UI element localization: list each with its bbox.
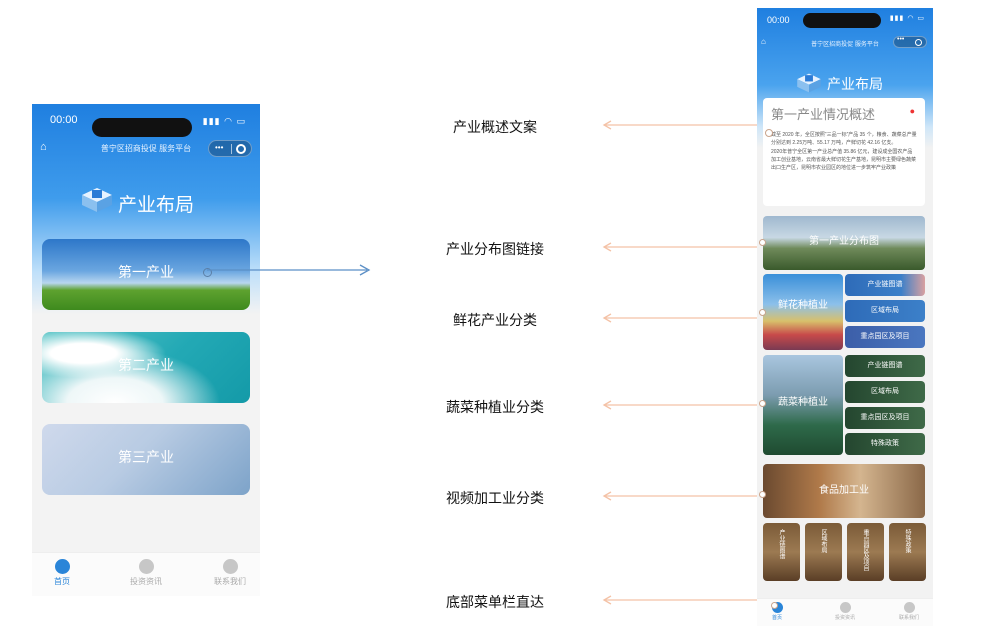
more-icon[interactable]: ••• — [215, 143, 223, 152]
page-title: 产业布局 — [118, 195, 195, 216]
tab-label: 投资资讯 — [834, 615, 855, 621]
vegetable-region-layout-button[interactable]: 区域布局 — [845, 381, 925, 403]
pointer-line — [602, 120, 768, 130]
tile-label: 特殊政策 — [904, 529, 910, 553]
pointer-line — [602, 595, 768, 605]
pointer-line — [602, 400, 768, 410]
map-label: 第一产业分布图 — [809, 236, 879, 247]
annotation-distribution-map: 产业分布图链接 — [446, 241, 544, 257]
page-title: 产业布局 — [827, 76, 883, 92]
vegetable-special-policy-button[interactable]: 特殊政策 — [845, 433, 925, 455]
overview-title: 第一产业情况概述 — [771, 107, 876, 122]
tile-label: 产业链图谱 — [778, 529, 784, 559]
card-label: 第一产业 — [118, 264, 174, 280]
signal-wifi-battery-icon: ▮▮▮ ◠ ▭ — [889, 15, 925, 22]
flower-region-layout-button[interactable]: 区域布局 — [845, 300, 925, 322]
annotation-bottom-menu: 底部菜单栏直达 — [446, 594, 544, 610]
pointer-line — [602, 313, 768, 323]
pointer-dot — [765, 129, 773, 137]
navigation-arrow — [207, 264, 371, 276]
card-secondary-industry[interactable]: 第二产业 — [42, 332, 250, 403]
industry-logo-icon — [82, 188, 112, 212]
food-processing-tile[interactable]: 食品加工业 — [763, 464, 925, 518]
annotation-processing: 视频加工业分类 — [446, 490, 544, 506]
tile-label: 重点园区及项目 — [862, 529, 868, 571]
tab-contact[interactable]: 联系我们 — [889, 602, 929, 621]
camera-notch — [803, 13, 881, 28]
card-label: 第三产业 — [118, 449, 174, 465]
vegetable-chain-map-button[interactable]: 产业链图谱 — [845, 355, 925, 377]
pointer-dot — [759, 239, 766, 246]
distribution-map-link[interactable]: 第一产业分布图 — [763, 216, 925, 270]
more-icon[interactable]: ••• — [897, 36, 904, 43]
tab-contact[interactable]: 联系我们 — [200, 559, 260, 587]
overview-text-2: 2020年普宁全区第一产业总产值 35.86 亿元，建设成全国农产品加工创业基地… — [771, 149, 917, 171]
contact-tab-icon — [903, 602, 915, 613]
home-tab-icon — [54, 559, 70, 574]
news-tab-icon — [138, 559, 154, 574]
food-key-parks-tile[interactable]: 重点园区及项目 — [847, 523, 884, 581]
food-special-policy-tile[interactable]: 特殊政策 — [889, 523, 926, 581]
overview-text-1: 截至 2020 年，全区按照“三品一标”产品 35 个，粮食、蔬菜总产量分别达到… — [771, 132, 917, 146]
mini-program-capsule[interactable]: ••• — [893, 36, 927, 48]
food-region-layout-tile[interactable]: 区域布局 — [805, 523, 842, 581]
tab-label: 首页 — [771, 615, 782, 621]
vegetable-industry-tile[interactable]: 蔬菜种植业 — [763, 355, 843, 455]
status-time: 00:00 — [50, 114, 78, 126]
flower-label: 鲜花种植业 — [778, 300, 828, 311]
marker-icon: ● — [909, 106, 915, 116]
close-target-icon[interactable] — [915, 39, 922, 46]
pointer-dot — [759, 491, 766, 498]
status-bar: 00:00 ▮▮▮ ◠ ▭ — [32, 112, 260, 137]
tab-investment-news[interactable]: 投资资讯 — [825, 602, 865, 621]
vegetable-label: 蔬菜种植业 — [778, 397, 828, 408]
mini-program-capsule[interactable]: ••• — [208, 140, 252, 157]
annotation-overview: 产业概述文案 — [453, 119, 537, 135]
vegetable-key-parks-button[interactable]: 重点园区及项目 — [845, 407, 925, 429]
right-phone-screen: 00:00 ▮▮▮ ◠ ▭ ⌂ 普宁区招商投促 服务平台 ••• 产业布局 第一… — [757, 8, 933, 626]
flower-key-parks-button[interactable]: 重点园区及项目 — [845, 326, 925, 348]
annotation-flower: 鲜花产业分类 — [453, 312, 537, 328]
pointer-dot — [771, 602, 778, 609]
left-phone-screen: 00:00 ▮▮▮ ◠ ▭ ⌂ 普宁区招商投促 服务平台 ••• 产业布局 第一… — [32, 104, 260, 596]
tab-label: 联系我们 — [898, 615, 919, 621]
status-time: 00:00 — [767, 15, 790, 25]
pointer-dot — [759, 400, 766, 407]
card-tertiary-industry[interactable]: 第三产业 — [42, 424, 250, 495]
card-label: 第二产业 — [118, 357, 174, 373]
tab-label: 投资资讯 — [130, 577, 162, 586]
bottom-tab-bar: 首页 投资资讯 联系我们 — [757, 598, 933, 626]
annotation-vegetable: 蔬菜种植业分类 — [446, 399, 544, 415]
capsule-divider — [231, 144, 232, 154]
industry-logo-icon — [797, 73, 821, 93]
tab-home[interactable]: 首页 — [32, 559, 92, 587]
signal-wifi-battery-icon: ▮▮▮ ◠ ▭ — [202, 116, 246, 126]
nav-bar: ⌂ 普宁区招商投促 服务平台 ••• — [32, 140, 260, 158]
flower-industry-tile[interactable]: 鲜花种植业 — [763, 274, 843, 350]
tab-label: 首页 — [54, 577, 70, 586]
flower-chain-map-button[interactable]: 产业链图谱 — [845, 274, 925, 296]
camera-notch — [92, 118, 192, 137]
tab-label: 联系我们 — [214, 577, 246, 586]
close-target-icon[interactable] — [236, 144, 246, 154]
contact-tab-icon — [222, 559, 238, 574]
food-chain-map-tile[interactable]: 产业链图谱 — [763, 523, 800, 581]
pointer-line — [602, 491, 768, 501]
food-label: 食品加工业 — [819, 485, 869, 496]
tile-label: 区域布局 — [820, 529, 826, 553]
pointer-line — [602, 242, 768, 252]
industry-overview-card: 第一产业情况概述 ● 截至 2020 年，全区按照“三品一标”产品 35 个，粮… — [763, 98, 925, 206]
pointer-dot — [759, 309, 766, 316]
bottom-tab-bar: 首页 投资资讯 联系我们 — [32, 552, 260, 596]
news-tab-icon — [839, 602, 851, 613]
tab-investment-news[interactable]: 投资资讯 — [116, 559, 176, 587]
